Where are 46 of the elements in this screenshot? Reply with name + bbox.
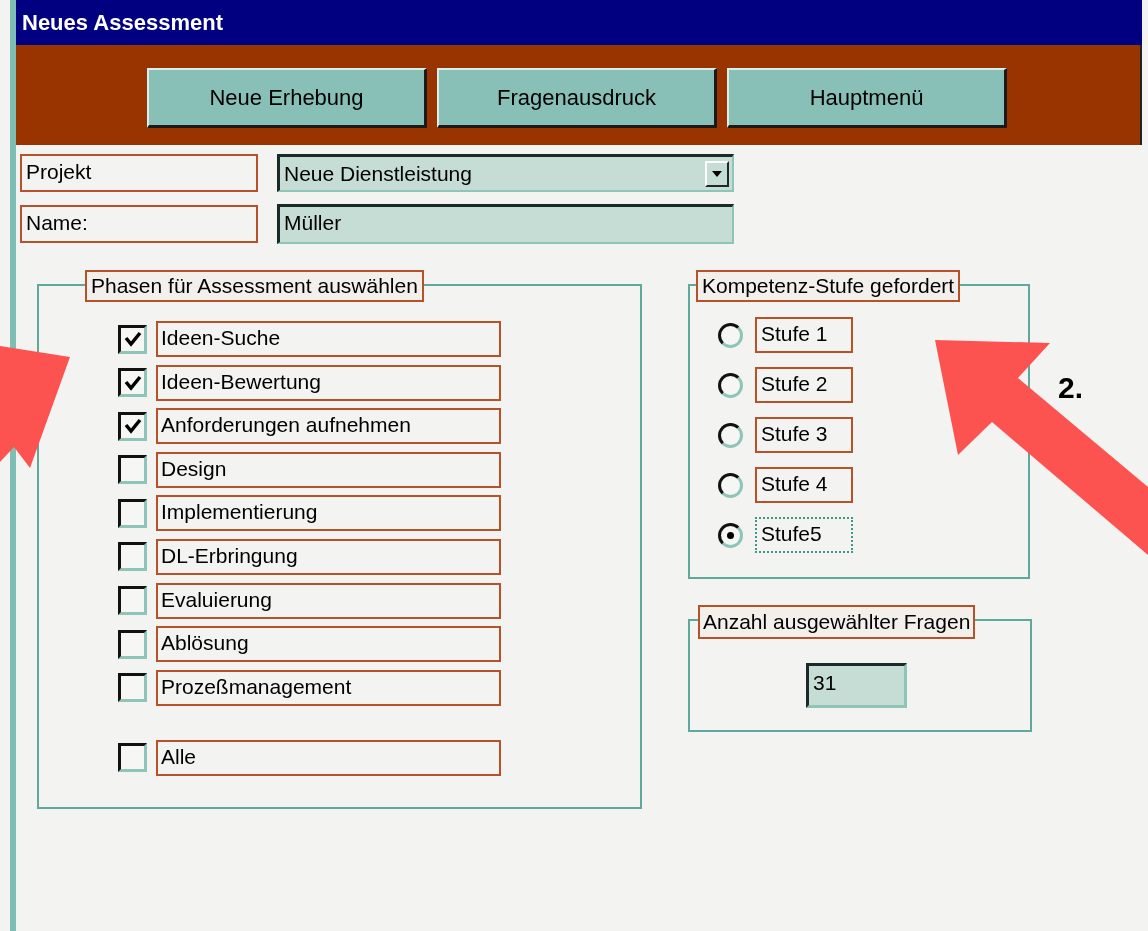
checkbox[interactable] <box>118 368 147 398</box>
radio-button[interactable] <box>718 372 743 398</box>
checkbox[interactable] <box>118 586 147 616</box>
group-title: Kompetenz-Stufe gefordert <box>696 270 961 302</box>
checkbox-label: Evaluierung <box>156 582 501 619</box>
checkbox[interactable] <box>118 411 147 441</box>
checkbox-label: Alle <box>156 739 501 776</box>
radio-label: Stufe 4 <box>755 467 853 503</box>
checkbox-label: Design <box>156 451 501 488</box>
checkbox-label: Ablösung <box>156 626 501 663</box>
radio-button[interactable] <box>718 472 743 498</box>
group-title: Phasen für Assessment auswählen <box>85 270 424 302</box>
toolbar-button[interactable]: Neue Erhebung <box>147 68 427 128</box>
checkbox[interactable] <box>118 542 147 572</box>
field-label: Name: <box>20 205 258 243</box>
checkmark-icon <box>123 374 142 391</box>
field-label: Projekt <box>20 154 258 192</box>
radio-label: Stufe 1 <box>755 317 853 353</box>
checkbox[interactable] <box>118 498 147 528</box>
checkmark-icon <box>123 418 142 435</box>
checkbox-label: Implementierung <box>156 495 501 532</box>
annotation-label: 2. <box>1058 370 1084 406</box>
radio-button[interactable] <box>718 522 743 548</box>
radio-label: Stufe 3 <box>755 417 853 453</box>
checkbox-label: Ideen-Bewertung <box>156 364 501 401</box>
window-title: Neues Assessment <box>16 0 1142 45</box>
radio-label: Stufe5 <box>755 517 853 553</box>
dropdown[interactable]: Neue Dienstleistung <box>277 154 734 192</box>
checkbox[interactable] <box>118 455 147 485</box>
checkbox-label: Anforderungen aufnehmen <box>156 408 501 445</box>
radio-button[interactable] <box>718 422 743 448</box>
checkmark-icon <box>123 331 142 347</box>
radio-label: Stufe 2 <box>755 367 853 403</box>
radio-button[interactable] <box>718 322 743 348</box>
toolbar-button[interactable]: Hauptmenü <box>727 68 1007 128</box>
checkbox[interactable] <box>118 324 147 354</box>
checkbox[interactable] <box>118 673 147 703</box>
checkbox-label: Prozeßmanagement <box>156 669 501 706</box>
count-field[interactable]: 31 <box>806 663 907 708</box>
toolbar-button[interactable]: Fragenausdruck <box>437 68 717 128</box>
checkbox-label: Ideen-Suche <box>156 321 501 357</box>
checkbox[interactable] <box>118 743 147 773</box>
text-field[interactable]: Müller <box>277 204 734 244</box>
group-title: Anzahl ausgewählter Fragen <box>698 605 976 639</box>
checkbox-label: DL-Erbringung <box>156 538 501 575</box>
checkbox[interactable] <box>118 629 147 659</box>
